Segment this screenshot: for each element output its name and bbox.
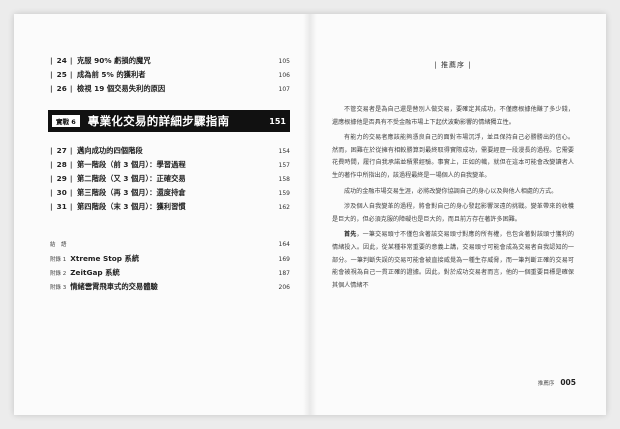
toc-entry[interactable]: 30 第三階段（再 3 個月）：還度持倉 159 xyxy=(50,186,290,200)
toc-entry-number: 29 xyxy=(50,172,77,186)
toc-entry-title: 第四階段（末 3 個月）：獲利習慣 xyxy=(77,202,186,211)
appendix-title: ZeitGap 系統 xyxy=(70,268,120,277)
appendix-entry[interactable]: 附錄 3 情緒雲霄飛車式的交易體驗 206 xyxy=(50,280,290,294)
folio-number: 005 xyxy=(560,378,576,387)
toc-entry-page: 162 xyxy=(278,204,290,211)
appendix-page: 187 xyxy=(278,270,290,277)
toc-entry-title: 克服 90% 虧損的魔咒 xyxy=(77,56,151,65)
toc-entry[interactable]: 28 第一階段（前 3 個月）：學習過程 157 xyxy=(50,158,290,172)
toc-entry-title: 第三階段（再 3 個月）：還度持倉 xyxy=(77,188,186,197)
folio-label: 推薦序 xyxy=(537,381,555,387)
appendix-entry[interactable]: 附錄 1 Xtreme Stop 系統 169 xyxy=(50,252,290,266)
foreword-paragraph: 不管交易者是為自己還是替別人做交易，要確定其成功，不僅應根據他賺了多少錢，還應根… xyxy=(332,106,574,126)
toc-entry-title: 成為前 5% 的獲利者 xyxy=(77,70,146,79)
page-folio: 推薦序 005 xyxy=(538,378,576,387)
conclusion-label: 結 語 xyxy=(50,242,67,248)
toc-top-list: 24 克服 90% 虧損的魔咒 105 25 成為前 5% 的獲利者 106 2… xyxy=(50,54,290,96)
foreword-lead-word: 首先 xyxy=(344,231,357,239)
appendix-page: 169 xyxy=(278,256,290,263)
chapter-tag: 實戰 6 xyxy=(52,115,80,127)
appendix-label: 附錄 3 xyxy=(50,285,67,291)
foreword-paragraph: 有能力的交易者應該能夠憑良自己的面對市場沉浮，並且保持自己必勝勝出的信心。然而，… xyxy=(332,134,574,179)
toc-entry-number: 31 xyxy=(50,200,77,214)
toc-entry[interactable]: 24 克服 90% 虧損的魔咒 105 xyxy=(50,54,290,68)
toc-entry-number: 24 xyxy=(50,54,77,68)
appendix-title: 情緒雲霄飛車式的交易體驗 xyxy=(70,282,158,291)
appendix-label: 附錄 1 xyxy=(50,257,67,263)
toc-entry-page: 154 xyxy=(278,148,290,155)
appendix-title: Xtreme Stop 系統 xyxy=(70,254,140,263)
toc-entry[interactable]: 31 第四階段（末 3 個月）：獲利習慣 162 xyxy=(50,200,290,214)
toc-entry-title: 邁向成功的四個階段 xyxy=(77,146,143,155)
book-spread: 24 克服 90% 虧損的魔咒 105 25 成為前 5% 的獲利者 106 2… xyxy=(14,14,606,415)
toc-chapter-list: 27 邁向成功的四個階段 154 28 第一階段（前 3 個月）：學習過程 15… xyxy=(50,144,290,214)
chapter-page: 151 xyxy=(269,116,286,126)
chapter-heading-bar[interactable]: 實戰 6 專業化交易的詳細步驟指南 151 xyxy=(48,110,290,132)
appendix-list: 結 語 164 附錄 1 Xtreme Stop 系統 169 附錄 2 Zei… xyxy=(50,238,290,294)
toc-entry-title: 檢視 19 個交易失利的原因 xyxy=(77,84,166,93)
chapter-title: 專業化交易的詳細步驟指南 xyxy=(87,114,230,128)
appendix-page: 206 xyxy=(278,284,290,291)
foreword-paragraph: 成功的金融市場交易生涯，必將改變你協調自己的身心以及與他人相處的方式。 xyxy=(344,187,558,195)
foreword-heading: | 推薦序 | xyxy=(434,61,472,69)
toc-entry[interactable]: 29 第二階段（又 3 個月）：正確交易 158 xyxy=(50,172,290,186)
appendix-entry[interactable]: 附錄 2 ZeitGap 系統 187 xyxy=(50,266,290,280)
toc-entry-title: 第二階段（又 3 個月）：正確交易 xyxy=(77,174,186,183)
toc-entry-number: 27 xyxy=(50,144,77,158)
toc-entry[interactable]: 25 成為前 5% 的獲利者 106 xyxy=(50,68,290,82)
toc-entry-page: 159 xyxy=(278,190,290,197)
toc-entry-number: 25 xyxy=(50,68,77,82)
left-page-toc: 24 克服 90% 虧損的魔咒 105 25 成為前 5% 的獲利者 106 2… xyxy=(14,14,310,415)
toc-entry[interactable]: 26 檢視 19 個交易失利的原因 107 xyxy=(50,82,290,96)
conclusion-page: 164 xyxy=(278,241,290,248)
toc-entry-page: 157 xyxy=(278,162,290,169)
toc-entry[interactable]: 27 邁向成功的四個階段 154 xyxy=(50,144,290,158)
conclusion-entry[interactable]: 結 語 164 xyxy=(50,238,290,252)
right-page-foreword: | 推薦序 | 不管交易者是為自己還是替別人做交易，要確定其成功，不僅應根據他賺… xyxy=(310,14,606,415)
toc-entry-number: 26 xyxy=(50,82,77,96)
toc-entry-page: 107 xyxy=(278,86,290,93)
toc-entry-number: 28 xyxy=(50,158,77,172)
appendix-label: 附錄 2 xyxy=(50,271,67,277)
toc-entry-page: 158 xyxy=(278,176,290,183)
toc-entry-page: 105 xyxy=(278,58,290,65)
toc-entry-page: 106 xyxy=(278,72,290,79)
foreword-paragraph-lead: 首先，一筆交易頭寸不僅包含著該交易頭寸對應的所有權，也包含著對該頭寸獲利的情緒投… xyxy=(332,231,575,289)
foreword-paragraph: 涉及個人自我變革的過程，將會對自己的身心發起影響深遠的挑戰。變革帶來的收穫是巨大… xyxy=(332,203,574,223)
toc-entry-number: 30 xyxy=(50,186,77,200)
toc-entry-title: 第一階段（前 3 個月）：學習過程 xyxy=(77,160,186,169)
